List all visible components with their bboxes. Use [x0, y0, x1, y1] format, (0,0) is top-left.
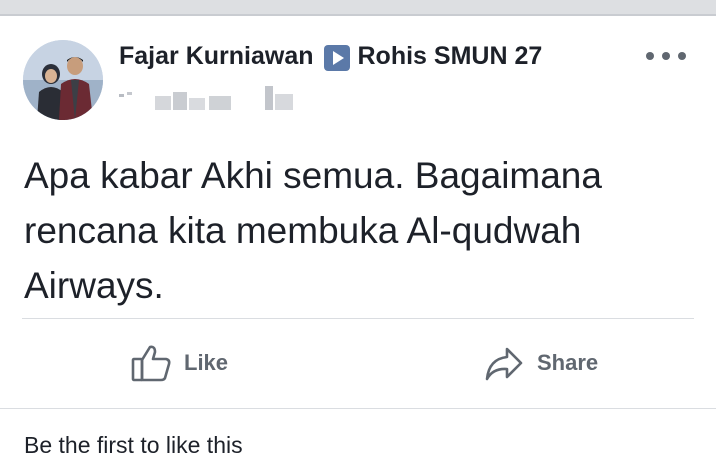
- thumbs-up-icon: [131, 345, 171, 382]
- avatar[interactable]: [23, 40, 103, 120]
- more-dot: [678, 52, 686, 60]
- share-arrow-icon: [485, 347, 523, 381]
- like-label: Like: [184, 350, 229, 375]
- share-label: Share: [537, 350, 599, 375]
- more-dot: [646, 52, 654, 60]
- play-arrow-icon: [323, 44, 350, 71]
- divider-actions-top: [22, 318, 694, 319]
- avatar-photo: [23, 40, 103, 120]
- post-header: Fajar Kurniawan Rohis SMUN 27: [0, 16, 716, 126]
- author-line: Fajar Kurniawan Rohis SMUN 27: [119, 42, 542, 71]
- share-button[interactable]: Share: [483, 340, 598, 386]
- like-button[interactable]: Like: [130, 340, 228, 386]
- author-name[interactable]: Fajar Kurniawan: [119, 42, 314, 71]
- post-timestamp: [119, 86, 293, 110]
- top-strip: [0, 0, 716, 14]
- more-dot: [662, 52, 670, 60]
- group-name[interactable]: Rohis SMUN 27: [358, 42, 543, 71]
- more-options-icon[interactable]: [646, 46, 686, 66]
- likes-summary: Be the first to like this: [24, 432, 243, 458]
- post-text: Apa kabar Akhi semua. Bagaimana rencana …: [24, 155, 602, 306]
- divider-actions-bottom: [0, 408, 716, 409]
